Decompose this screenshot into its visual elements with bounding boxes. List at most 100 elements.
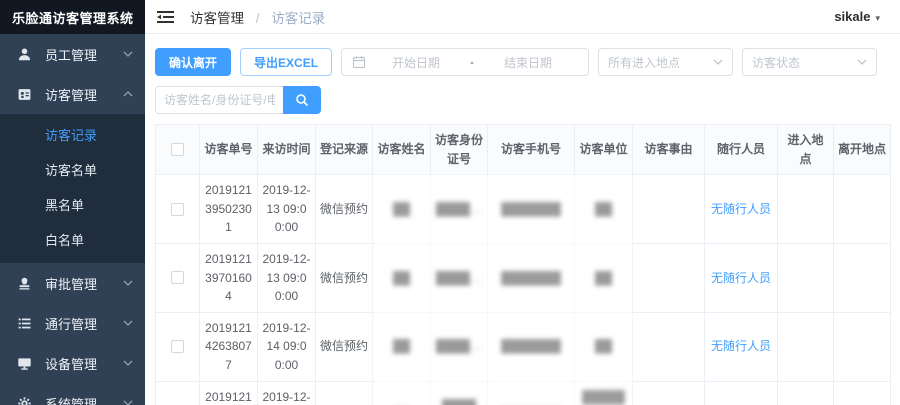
phone-cell: ███████ [488, 312, 575, 381]
username: sikale [834, 9, 870, 24]
companions-link[interactable]: 无随行人员 [711, 202, 771, 216]
chevron-up-icon [123, 91, 133, 97]
sidebar-item-label: 设备管理 [45, 354, 123, 373]
leave-location-cell [834, 243, 891, 312]
date-range-picker[interactable]: 开始日期 - 结束日期 [341, 48, 589, 76]
topbar: 访客管理 / 访客记录 sikale ▾ [145, 0, 900, 34]
search-bar [155, 86, 890, 114]
user-menu[interactable]: sikale ▾ [834, 9, 880, 24]
collapse-menu-icon[interactable] [157, 10, 174, 24]
chevron-down-icon [123, 320, 133, 326]
id-number-cell: ████… [431, 312, 488, 381]
chevron-down-icon [123, 51, 133, 57]
row-checkbox[interactable] [171, 203, 184, 216]
search-button[interactable] [283, 86, 321, 114]
select-all-checkbox[interactable] [171, 143, 184, 156]
column-header: 访客姓名 [373, 125, 431, 175]
source-cell: 微信预约 [316, 312, 373, 381]
breadcrumb-separator: / [256, 11, 260, 26]
sidebar-submenu-visitors: 访客记录 访客名单 黑名单 白名单 [0, 114, 145, 263]
phone-cell: ███████ [488, 243, 575, 312]
sidebar-item-visitor-list[interactable]: 访客名单 [0, 152, 145, 187]
sidebar-item-devices[interactable]: 设备管理 [0, 343, 145, 383]
select-all-cell [156, 125, 200, 175]
order-no-cell: 201912139701604 [200, 243, 258, 312]
table-row: 201912149434137 2019-12-14 09:00:00 微信预约… [156, 381, 891, 405]
sidebar-item-blacklist[interactable]: 黑名单 [0, 187, 145, 222]
breadcrumb-current: 访客记录 [271, 11, 325, 26]
column-header: 随行人员 [705, 125, 778, 175]
leave-location-cell [834, 175, 891, 244]
enter-location-cell [778, 175, 834, 244]
stamp-icon [17, 276, 32, 291]
company-cell: ██ [575, 312, 633, 381]
content: 确认离开 导出EXCEL 开始日期 - 结束日期 所有进入地点 [145, 34, 900, 405]
start-date-placeholder[interactable]: 开始日期 [366, 54, 466, 71]
row-checkbox[interactable] [171, 271, 184, 284]
table-row: 201912142638077 2019-12-14 09:00:00 微信预约… [156, 312, 891, 381]
export-excel-button[interactable]: 导出EXCEL [240, 48, 332, 76]
app-logo: 乐脸通访客管理系统 [0, 0, 145, 34]
monitor-icon [17, 356, 32, 371]
phone-cell: ███████ [488, 175, 575, 244]
chevron-down-icon [857, 59, 867, 65]
chevron-down-icon [123, 280, 133, 286]
visitor-name-cell: ██ [373, 381, 431, 405]
enter-location-cell [778, 243, 834, 312]
visitor-status-value: 访客状态 [752, 54, 857, 71]
column-header: 访客手机号 [488, 125, 575, 175]
sidebar-item-visitors[interactable]: 访客管理 [0, 74, 145, 114]
column-header: 访客单号 [200, 125, 258, 175]
list-icon [17, 316, 32, 331]
confirm-leave-button[interactable]: 确认离开 [155, 48, 231, 76]
sidebar-item-label: 员工管理 [45, 45, 123, 64]
visit-time-cell: 2019-12-14 09:00:00 [258, 312, 316, 381]
reason-cell [633, 312, 705, 381]
search-input[interactable] [155, 86, 283, 114]
sidebar-item-whitelist[interactable]: 白名单 [0, 222, 145, 257]
companions-link[interactable]: 无随行人员 [711, 339, 771, 353]
table-row: 201912139502301 2019-12-13 09:00:00 微信预约… [156, 175, 891, 244]
end-date-placeholder[interactable]: 结束日期 [478, 54, 578, 71]
reason-cell [633, 243, 705, 312]
sidebar-item-system[interactable]: 系统管理 [0, 383, 145, 405]
source-cell: 微信预约 [316, 243, 373, 312]
sidebar-item-employees[interactable]: 员工管理 [0, 34, 145, 74]
order-no-cell: 201912149434137 [200, 381, 258, 405]
entry-location-select[interactable]: 所有进入地点 [598, 48, 733, 76]
user-icon [17, 47, 32, 62]
visit-time-cell: 2019-12-14 09:00:00 [258, 381, 316, 405]
table-row: 201912139701604 2019-12-13 09:00:00 微信预约… [156, 243, 891, 312]
sidebar-item-access[interactable]: 通行管理 [0, 303, 145, 343]
date-separator: - [466, 55, 478, 69]
sidebar-item-label: 通行管理 [45, 314, 123, 333]
column-header: 登记来源 [316, 125, 373, 175]
leave-location-cell [834, 381, 891, 405]
sidebar-item-approvals[interactable]: 审批管理 [0, 263, 145, 303]
calendar-icon [352, 55, 366, 69]
sidebar-item-label: 访客管理 [45, 85, 123, 104]
companions-link[interactable]: 无随行人员 [711, 271, 771, 285]
id-card-icon [17, 87, 32, 102]
source-cell: 微信预约 [316, 175, 373, 244]
reason-cell [633, 175, 705, 244]
entry-location-value: 所有进入地点 [608, 54, 713, 71]
breadcrumb-parent[interactable]: 访客管理 [190, 11, 244, 26]
app-window: 乐脸通访客管理系统 员工管理 访客管理 访客记录 访客名单 黑名单 白名单 [0, 0, 900, 405]
id-number-cell: █████… [431, 381, 488, 405]
caret-down-icon: ▾ [875, 13, 880, 24]
sidebar-item-label: 系统管理 [45, 394, 123, 405]
column-header: 离开地点 [834, 125, 891, 175]
company-cell: ██ [575, 243, 633, 312]
column-header: 进入地点 [778, 125, 834, 175]
id-number-cell: ████… [431, 175, 488, 244]
visit-time-cell: 2019-12-13 09:00:00 [258, 175, 316, 244]
chevron-down-icon [123, 400, 133, 405]
visitor-name-cell: ██ [373, 243, 431, 312]
sidebar-item-label: 审批管理 [45, 274, 123, 293]
row-checkbox[interactable] [171, 340, 184, 353]
id-number-cell: ████… [431, 243, 488, 312]
main-area: 访客管理 / 访客记录 sikale ▾ 确认离开 导出EXCEL 开始日期 - [145, 0, 900, 405]
visitor-status-select[interactable]: 访客状态 [742, 48, 877, 76]
sidebar-item-visitor-records[interactable]: 访客记录 [0, 117, 145, 152]
